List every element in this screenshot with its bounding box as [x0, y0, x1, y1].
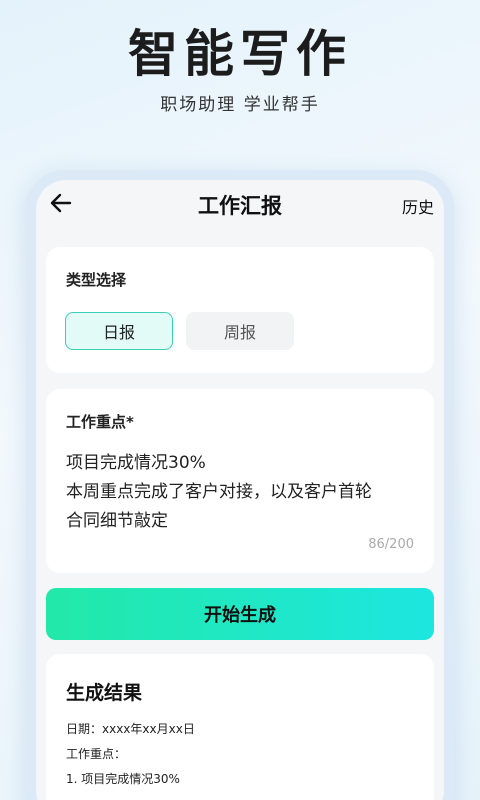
work-focus-line: 本周重点完成了客户对接，以及客户首轮	[66, 482, 372, 502]
result-title: 生成结果	[66, 682, 143, 704]
hero-subtitle: 职场助理 学业帮手	[160, 95, 320, 115]
app-screen: 工作汇报 历史 类型选择 日报 周报 工作重点* 项目完成情况30% 本周重点完…	[36, 180, 444, 800]
work-focus-line: 合同细节敲定	[66, 511, 168, 531]
result-line: 日期：xxxx年xx月xx日	[66, 722, 195, 736]
history-button[interactable]: 历史	[402, 194, 434, 218]
result-card: 生成结果 日期：xxxx年xx月xx日 工作重点： 1. 项目完成情况30%	[46, 654, 434, 800]
work-focus-input[interactable]: 项目完成情况30% 本周重点完成了客户对接，以及客户首轮 合同细节敲定	[66, 449, 416, 536]
work-focus-card[interactable]: 工作重点* 项目完成情况30% 本周重点完成了客户对接，以及客户首轮 合同细节敲…	[46, 389, 434, 573]
type-select-card: 类型选择 日报 周报	[46, 247, 434, 373]
work-focus-label: 工作重点*	[66, 413, 134, 431]
generate-button[interactable]: 开始生成	[46, 588, 434, 640]
option-daily-report[interactable]: 日报	[65, 312, 173, 350]
hero-title: 智能写作	[128, 25, 352, 83]
type-select-label: 类型选择	[66, 271, 127, 289]
option-weekly-report[interactable]: 周报	[186, 312, 294, 350]
nav-bar: 工作汇报 历史	[36, 180, 444, 230]
char-counter: 86/200	[368, 537, 414, 552]
result-line: 1. 项目完成情况30%	[66, 772, 180, 786]
page-title: 工作汇报	[198, 194, 282, 218]
result-line: 工作重点：	[66, 747, 127, 761]
work-focus-line: 项目完成情况30%	[66, 453, 206, 473]
